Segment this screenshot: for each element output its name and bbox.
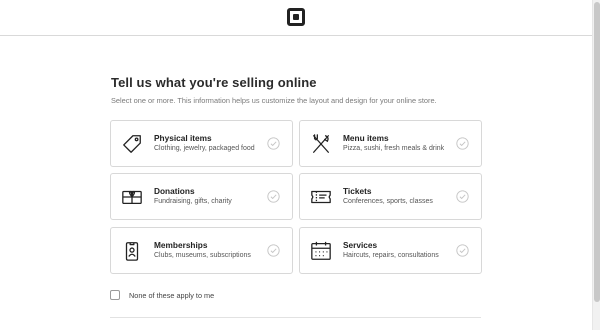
option-description: Fundraising, gifts, charity [154,198,232,205]
scrollbar[interactable] [592,0,600,330]
option-label: Memberships [154,240,208,250]
fork-knife-icon [313,134,329,153]
check-circle-icon [456,244,469,257]
option-card-menu-items[interactable]: Menu items Pizza, sushi, fresh meals & d… [299,120,482,167]
option-description: Clothing, jewelry, packaged food [154,145,255,152]
check-circle-icon [267,190,280,203]
none-apply-label: None of these apply to me [129,291,215,300]
option-label: Tickets [343,186,372,196]
page-subtitle: Select one or more. This information hel… [111,96,437,105]
check-circle-icon [267,137,280,150]
option-description: Pizza, sushi, fresh meals & drink [343,145,445,152]
option-card-memberships[interactable]: Memberships Clubs, museums, subscription… [110,227,293,274]
check-circle-icon [267,244,280,257]
option-card-physical-items[interactable]: Physical items Clothing, jewelry, packag… [110,120,293,167]
scrollbar-thumb[interactable] [594,2,600,302]
option-card-tickets[interactable]: Tickets Conferences, sports, classes [299,173,482,220]
option-label: Physical items [154,133,212,143]
option-label: Menu items [343,133,389,143]
square-logo-icon[interactable] [287,8,305,26]
page-title: Tell us what you're selling online [111,75,317,90]
option-description: Clubs, museums, subscriptions [154,252,251,259]
divider [110,317,481,318]
option-description: Haircuts, repairs, consultations [343,252,439,259]
gift-icon [122,190,142,205]
check-circle-icon [456,137,469,150]
option-card-services[interactable]: Services Haircuts, repairs, consultation… [299,227,482,274]
ticket-icon [311,190,331,204]
tag-icon [123,135,141,153]
check-circle-icon [456,190,469,203]
top-bar [0,0,592,36]
id-badge-icon [125,242,139,261]
none-apply-checkbox[interactable] [110,290,120,300]
option-card-donations[interactable]: Donations Fundraising, gifts, charity [110,173,293,220]
calendar-icon [311,241,331,260]
option-label: Donations [154,186,195,196]
option-label: Services [343,240,378,250]
option-description: Conferences, sports, classes [343,198,433,205]
